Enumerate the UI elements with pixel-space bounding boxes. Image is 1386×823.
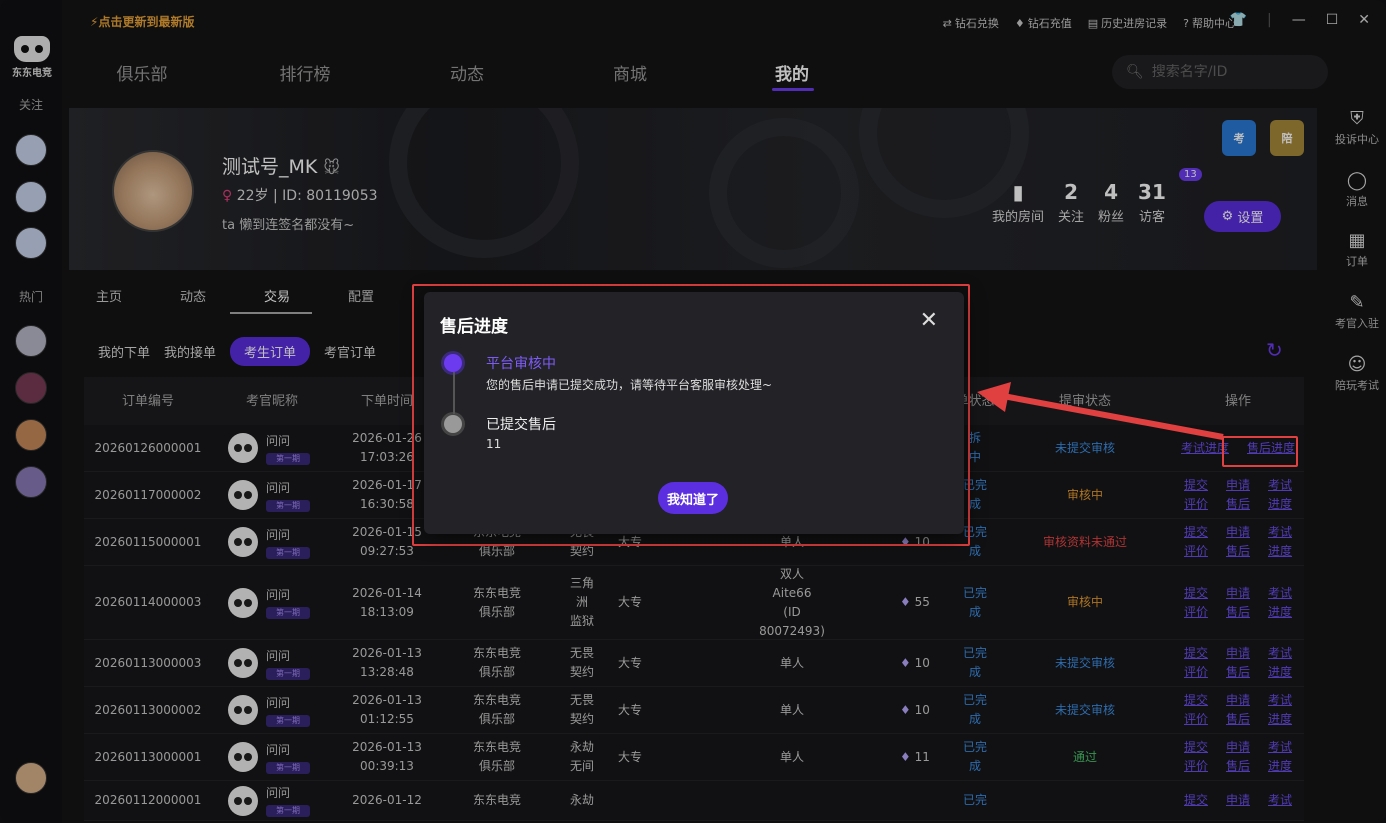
dialog-title: 售后进度 [440,317,508,337]
active-step-dot [444,354,462,372]
close-icon[interactable]: ✕ [920,308,938,333]
step-desc: 11 [486,437,502,451]
inactive-step-dot [444,415,462,433]
ok-button[interactable]: 我知道了 [658,482,728,514]
after-sale-progress-dialog: 售后进度 ✕ 平台审核中 您的售后申请已提交成功，请等待平台客服审核处理~ 已提… [424,292,964,534]
annotation-arrow-icon [977,382,1224,440]
highlight-box [1222,436,1298,467]
app-window: 东东电竞 关注 热门 ⚡点击更新到最新版 ⇄ 钻石兑换 ♦ 钻石充值 ▤ 历史进… [0,0,1386,823]
step-title: 已提交售后 [486,417,556,433]
step-desc: 您的售后申请已提交成功，请等待平台客服审核处理~ [486,378,773,392]
step-title: 平台审核中 [486,356,556,372]
step-connector [453,372,455,414]
